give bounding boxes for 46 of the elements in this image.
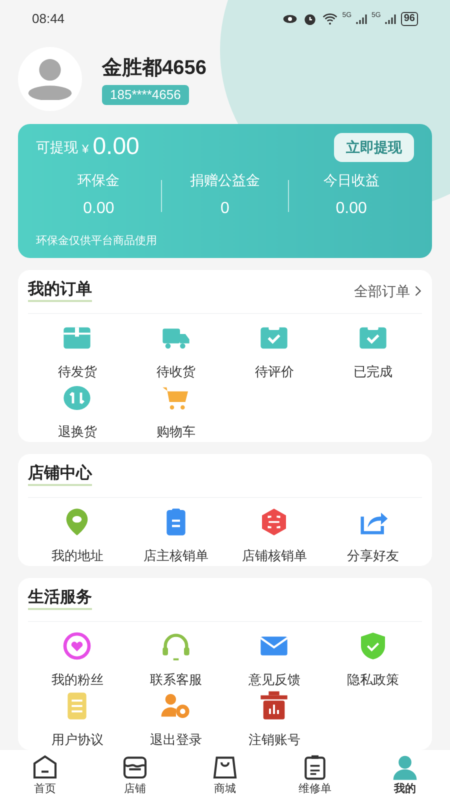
menu-item[interactable]: 联系客服 <box>126 630 225 686</box>
menu-item[interactable]: 购物车 <box>126 382 225 438</box>
withdrawable-label: 可提现 <box>36 138 78 157</box>
menu-item[interactable]: 用户协议 <box>28 690 126 746</box>
wallet-note: 环保金仅供平台商品使用 <box>36 234 158 249</box>
menu-item[interactable]: 已完成 <box>324 322 422 378</box>
menu-item[interactable]: 店铺核销单 <box>225 506 324 562</box>
nav-tab[interactable]: 店铺 <box>105 752 165 798</box>
menu-item[interactable]: 我的地址 <box>28 506 126 562</box>
withdraw-button[interactable]: 立即提现 <box>334 132 414 162</box>
stat-value: 0.00 <box>83 199 114 219</box>
menu-item[interactable]: 注销账号 <box>225 690 324 746</box>
stat-label: 今日收益 <box>323 171 380 190</box>
stat-value: 0.00 <box>336 199 367 219</box>
stat-label: 环保金 <box>78 171 120 190</box>
menu-item[interactable]: 待评价 <box>225 322 324 378</box>
stat-value: 0 <box>220 199 230 219</box>
currency-symbol: ¥ <box>82 141 89 158</box>
menu-item[interactable]: 店主核销单 <box>126 506 225 562</box>
withdrawable-amount: 0.00 <box>92 132 140 162</box>
section-title: 店铺中心 <box>28 464 92 486</box>
home-icon <box>31 752 59 781</box>
nav-tab[interactable]: 维修单 <box>285 752 345 798</box>
chevron-right-icon <box>414 285 422 297</box>
section-title: 我的订单 <box>28 280 92 302</box>
section-title: 生活服务 <box>28 588 92 610</box>
all-orders-link[interactable]: 全部订单 <box>354 280 422 302</box>
nav-tab[interactable]: 首页 <box>15 752 75 798</box>
menu-item[interactable]: 待发货 <box>28 322 126 378</box>
menu-item[interactable]: 退换货 <box>28 382 126 438</box>
phone-number: 185****4656 <box>102 85 189 105</box>
menu-item[interactable]: 意见反馈 <box>225 630 324 686</box>
nav-tab[interactable]: 我的 <box>375 752 435 798</box>
menu-item[interactable]: 我的粉丝 <box>28 630 126 686</box>
heart-circle-icon <box>61 630 94 662</box>
menu-item[interactable]: 待收货 <box>126 322 225 378</box>
stat-label: 捐赠公益金 <box>190 171 260 190</box>
menu-item[interactable]: 隐私政策 <box>324 630 422 686</box>
wifi-icon <box>322 11 338 27</box>
battery-level: 96 <box>400 12 418 26</box>
user-name: 金胜都4656 <box>102 56 206 81</box>
menu-item[interactable]: 分享好友 <box>324 506 422 562</box>
status-time: 08:44 <box>32 10 65 28</box>
menu-item[interactable]: 退出登录 <box>126 690 225 746</box>
nav-tab[interactable]: 商城 <box>195 752 255 798</box>
trash-icon <box>258 690 290 722</box>
